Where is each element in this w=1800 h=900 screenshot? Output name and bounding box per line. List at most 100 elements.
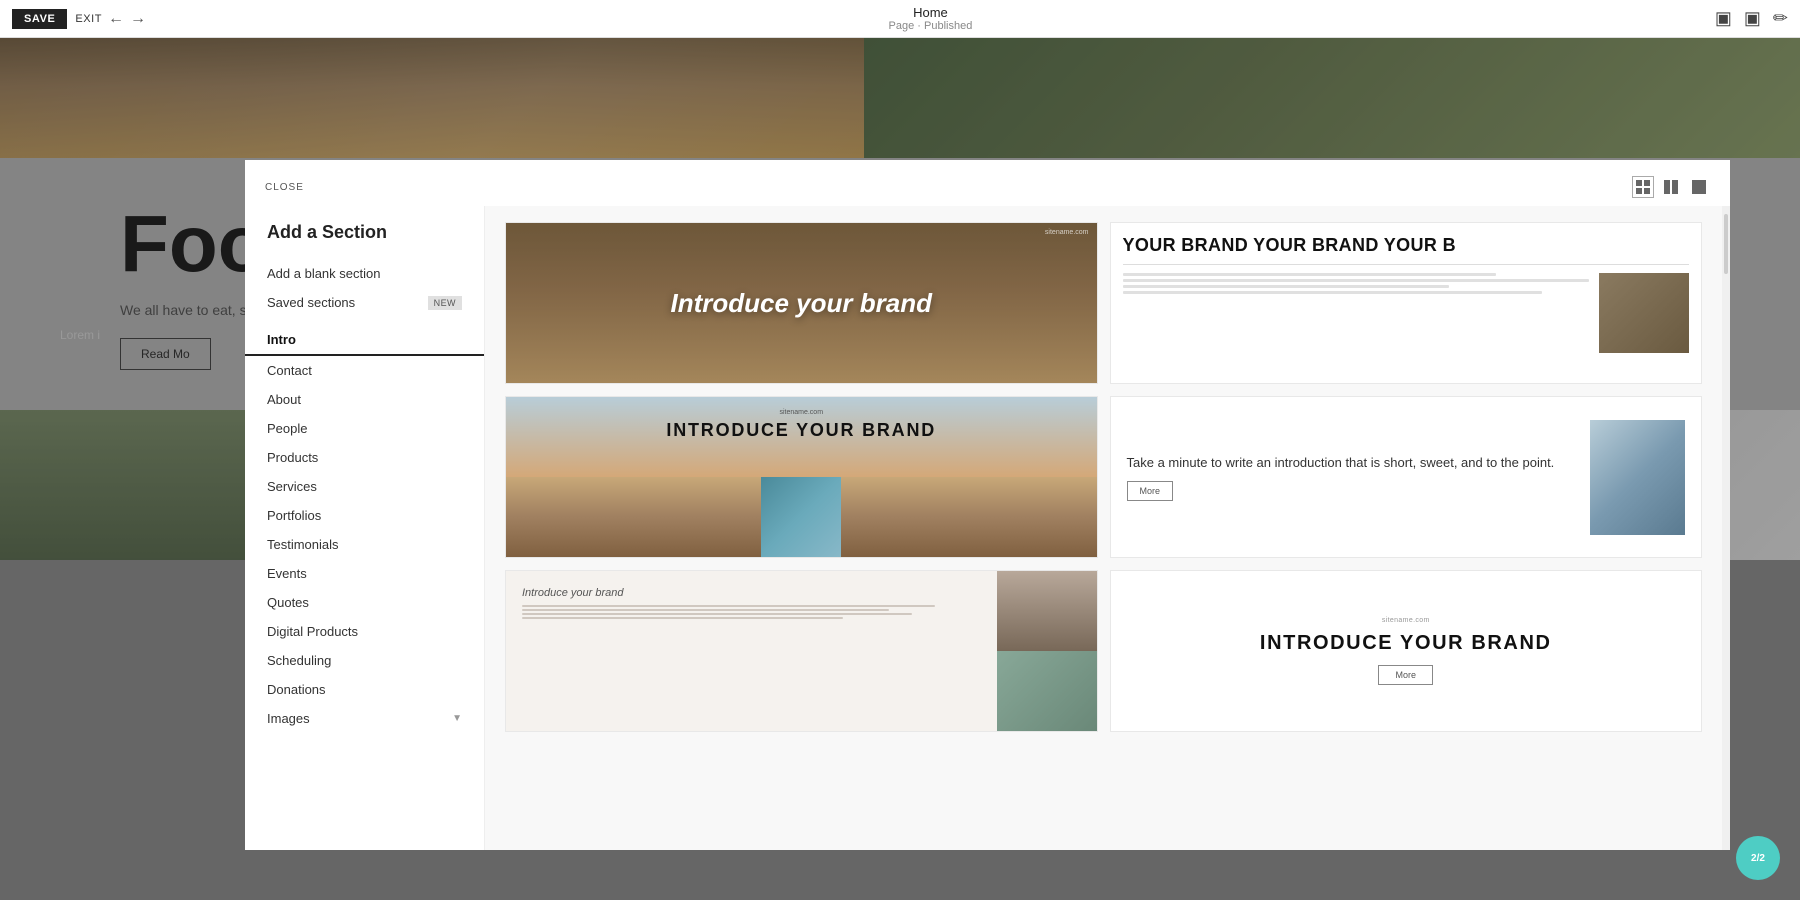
- tmpl6-headline: INTRODUCE YOUR BRAND: [1260, 632, 1552, 655]
- chevron-down-icon: ▼: [452, 713, 462, 724]
- template-preview-4: Take a minute to write an introduction t…: [1111, 397, 1702, 557]
- tmpl3-site-name: sitename.com: [779, 409, 823, 416]
- sidebar-title: Add a Section: [245, 222, 484, 259]
- exit-button[interactable]: EXIT: [75, 13, 102, 25]
- tmpl2-line-2: [1123, 279, 1590, 282]
- modal-close-button[interactable]: CLOSE: [265, 182, 304, 193]
- sidebar-item-label: Quotes: [267, 595, 309, 610]
- tmpl2-line-3: [1123, 285, 1450, 288]
- sidebar-item-label: Portfolios: [267, 508, 321, 523]
- tmpl5-line-4: [522, 617, 843, 619]
- template-preview-6: sitename.com INTRODUCE YOUR BRAND More: [1111, 571, 1702, 731]
- tmpl5-image-bottom: [997, 651, 1097, 731]
- sidebar-item-intro[interactable]: Intro: [245, 325, 484, 356]
- save-button[interactable]: SAVE: [12, 9, 67, 29]
- toolbar-right: ▣ ▣ ✏: [1715, 8, 1788, 29]
- sidebar-item-label: Intro: [267, 332, 296, 347]
- tmpl2-line-4: [1123, 291, 1543, 294]
- tmpl5-left: Introduce your brand: [506, 571, 997, 731]
- view-toggle-group: [1632, 176, 1710, 198]
- tmpl2-text: [1123, 273, 1590, 297]
- sidebar-item-saved[interactable]: Saved sections NEW: [245, 288, 484, 317]
- template-preview-3: sitename.com INTRODUCE YOUR BRAND: [506, 397, 1097, 557]
- sidebar-item-label: Contact: [267, 363, 312, 378]
- tmpl5-line-3: [522, 613, 912, 615]
- section-sidebar: Add a Section Add a blank section Saved …: [245, 206, 485, 850]
- tmpl3-headline: INTRODUCE YOUR BRAND: [666, 420, 936, 442]
- tmpl4-image: [1590, 420, 1685, 535]
- sidebar-item-label: Events: [267, 566, 307, 581]
- sidebar-item-label: Saved sections: [267, 295, 355, 310]
- tmpl5-intro-text: Introduce your brand: [522, 587, 981, 599]
- tmpl4-text: Take a minute to write an introduction t…: [1127, 453, 1579, 501]
- single-col-icon[interactable]: [1688, 176, 1710, 198]
- sidebar-item-contact[interactable]: Contact: [245, 356, 484, 385]
- template-card-5[interactable]: Introduce your brand: [505, 570, 1098, 732]
- sidebar-item-donations[interactable]: Donations: [245, 675, 484, 704]
- content-scrollbar: [1722, 206, 1730, 850]
- sidebar-item-services[interactable]: Services: [245, 472, 484, 501]
- tmpl2-line-1: [1123, 273, 1496, 276]
- desktop-view-button[interactable]: ▣: [1715, 8, 1732, 29]
- sidebar-item-products[interactable]: Products: [245, 443, 484, 472]
- undo-button[interactable]: ←: [108, 10, 124, 28]
- tmpl4-button: More: [1127, 481, 1174, 501]
- tmpl5-lines: [522, 605, 981, 619]
- tmpl5-image-top: [997, 571, 1097, 651]
- pencil-icon[interactable]: ✏: [1773, 8, 1788, 29]
- sidebar-item-images[interactable]: Images ▼: [245, 704, 484, 733]
- sidebar-item-scheduling[interactable]: Scheduling: [245, 646, 484, 675]
- template-preview-1: sitename.com Introduce your brand: [506, 223, 1097, 383]
- page-title: Home: [146, 5, 1715, 20]
- sidebar-item-quotes[interactable]: Quotes: [245, 588, 484, 617]
- sidebar-item-about[interactable]: About: [245, 385, 484, 414]
- template-preview-2: YOUR BRAND YOUR BRAND YOUR B: [1111, 223, 1702, 383]
- redo-button[interactable]: →: [130, 10, 146, 28]
- sidebar-item-label: Scheduling: [267, 653, 331, 668]
- sidebar-item-label: Digital Products: [267, 624, 358, 639]
- sidebar-item-testimonials[interactable]: Testimonials: [245, 530, 484, 559]
- add-section-modal: CLOSE: [245, 160, 1730, 850]
- tmpl1-headline: Introduce your brand: [671, 288, 932, 319]
- templates-content-area: sitename.com Introduce your brand YOUR B…: [485, 206, 1722, 850]
- toolbar-center: Home Page · Published: [146, 5, 1715, 32]
- sidebar-item-label: Services: [267, 479, 317, 494]
- tmpl2-image: [1599, 273, 1689, 353]
- template-card-6[interactable]: sitename.com INTRODUCE YOUR BRAND More: [1110, 570, 1703, 732]
- grid-small-icon[interactable]: [1632, 176, 1654, 198]
- template-card-1[interactable]: sitename.com Introduce your brand: [505, 222, 1098, 384]
- template-card-3[interactable]: sitename.com INTRODUCE YOUR BRAND: [505, 396, 1098, 558]
- tmpl2-headline: YOUR BRAND YOUR BRAND YOUR B: [1123, 235, 1690, 256]
- sidebar-item-label: Images: [267, 711, 310, 726]
- tmpl2-body: [1123, 273, 1690, 353]
- page-indicator-badge[interactable]: 2/2: [1736, 836, 1780, 880]
- template-card-2[interactable]: YOUR BRAND YOUR BRAND YOUR B: [1110, 222, 1703, 384]
- templates-grid: sitename.com Introduce your brand YOUR B…: [505, 222, 1702, 732]
- sidebar-divider: [245, 317, 484, 325]
- toolbar: SAVE EXIT ← → Home Page · Published ▣ ▣ …: [0, 0, 1800, 38]
- modal-header: CLOSE: [245, 160, 1730, 206]
- sidebar-item-label: People: [267, 421, 307, 436]
- tmpl5-line-1: [522, 605, 935, 607]
- page-status: Page · Published: [146, 20, 1715, 32]
- tmpl6-button: More: [1378, 665, 1433, 685]
- tmpl2-divider: [1123, 264, 1690, 265]
- tmpl3-image: [761, 477, 841, 557]
- tmpl5-line-2: [522, 609, 889, 611]
- sidebar-item-portfolios[interactable]: Portfolios: [245, 501, 484, 530]
- sidebar-item-label: Products: [267, 450, 318, 465]
- tmpl6-site-name: sitename.com: [1382, 617, 1430, 624]
- template-preview-5: Introduce your brand: [506, 571, 1097, 731]
- tablet-view-button[interactable]: ▣: [1744, 8, 1761, 29]
- sidebar-item-digital-products[interactable]: Digital Products: [245, 617, 484, 646]
- sidebar-item-people[interactable]: People: [245, 414, 484, 443]
- sidebar-item-add-blank[interactable]: Add a blank section: [245, 259, 484, 288]
- template-card-4[interactable]: Take a minute to write an introduction t…: [1110, 396, 1703, 558]
- sidebar-item-label: About: [267, 392, 301, 407]
- tmpl4-body-text: Take a minute to write an introduction t…: [1127, 453, 1579, 473]
- scrollbar-thumb[interactable]: [1724, 214, 1728, 274]
- tmpl1-site-name: sitename.com: [1045, 229, 1089, 236]
- sidebar-item-events[interactable]: Events: [245, 559, 484, 588]
- grid-large-icon[interactable]: [1660, 176, 1682, 198]
- tmpl5-right: [997, 571, 1097, 731]
